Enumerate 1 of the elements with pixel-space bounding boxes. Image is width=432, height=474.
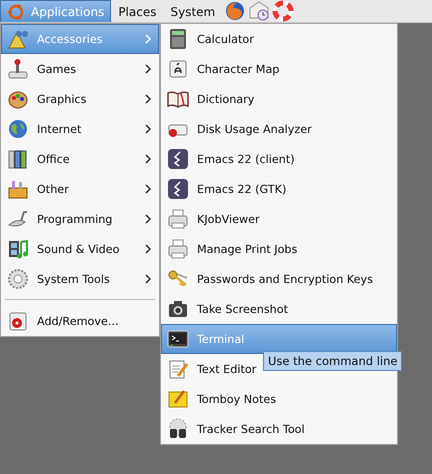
- tooltip: Use the command line: [263, 351, 402, 371]
